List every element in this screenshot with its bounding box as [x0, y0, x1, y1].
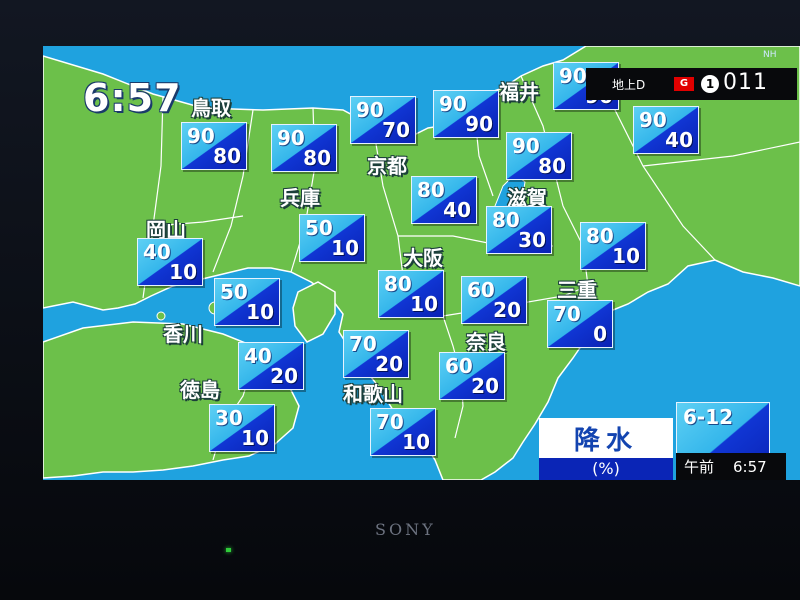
tv-brand-logo: SONY: [375, 520, 436, 539]
forecast-first-value: 70: [349, 332, 377, 356]
forecast-first-value: 90: [277, 126, 305, 150]
forecast-first-value: 80: [492, 208, 520, 232]
forecast-first-value: 40: [143, 240, 171, 264]
forecast-second-value: 10: [169, 260, 197, 284]
forecast-first-value: 90: [639, 108, 667, 132]
weather-map-screen: 6:57 鳥取 兵庫 京都 福井 滋賀 岡山 大阪 三重 香川 奈良 徳島 和歌…: [43, 46, 800, 480]
forecast-box-wakayama-south: 70 10: [370, 408, 436, 456]
forecast-box-shiga: 80 30: [486, 206, 552, 254]
pref-label-mie: 三重: [557, 278, 597, 302]
pref-label-osaka: 大阪: [403, 246, 443, 270]
forecast-first-value: 60: [445, 354, 473, 378]
forecast-second-value: 10: [246, 300, 274, 324]
forecast-box-kyoto-north: 90 70: [350, 96, 416, 144]
forecast-second-value: 0: [593, 322, 607, 346]
forecast-first-value: 50: [220, 280, 248, 304]
forecast-box-kagawa: 40 20: [238, 342, 304, 390]
forecast-first-value: 90: [559, 64, 587, 88]
forecast-first-value: 30: [215, 406, 243, 430]
forecast-second-value: 10: [612, 244, 640, 268]
forecast-second-value: 10: [402, 430, 430, 454]
forecast-second-value: 10: [241, 426, 269, 450]
forecast-first-value: 50: [305, 216, 333, 240]
forecast-second-value: 30: [518, 228, 546, 252]
forecast-second-value: 20: [375, 352, 403, 376]
channel-number: 011: [723, 70, 768, 95]
broadcast-type-label: 地上D: [612, 78, 646, 92]
forecast-second-value: 40: [665, 128, 693, 152]
forecast-box-kyoto-mid: 90 90: [433, 90, 499, 138]
broadcast-clock: 6:57: [83, 76, 182, 120]
forecast-second-value: 80: [213, 144, 241, 168]
pref-label-wakayama: 和歌山: [343, 382, 403, 406]
current-time-overlay: 午前 6:57: [676, 453, 786, 480]
pref-label-kagawa: 香川: [163, 322, 203, 346]
forecast-first-value: 80: [417, 178, 445, 202]
forecast-box-hyogo-west: 50 10: [299, 214, 365, 262]
forecast-first-value: 90: [512, 134, 540, 158]
forecast-box-nara-south: 60 20: [439, 352, 505, 400]
legend-panel: 降水 (%): [539, 418, 673, 480]
forecast-box-kyoto-south: 90 80: [506, 132, 572, 180]
forecast-second-value: 20: [493, 298, 521, 322]
forecast-first-value: 90: [356, 98, 384, 122]
forecast-second-value: 70: [382, 118, 410, 142]
forecast-first-value: 80: [586, 224, 614, 248]
forecast-box-wakayama-north: 70 20: [343, 330, 409, 378]
ampm-label: 午前: [684, 458, 715, 476]
forecast-second-value: 40: [443, 198, 471, 222]
pref-label-tokushima: 徳島: [180, 378, 220, 402]
pref-label-tottori: 鳥取: [191, 96, 231, 120]
channel-indicator: 地上D G 1 011: [586, 68, 797, 100]
pref-label-hyogo: 兵庫: [280, 186, 320, 210]
forecast-second-value: 20: [270, 364, 298, 388]
station-logo: NH: [763, 50, 777, 60]
forecast-first-value: 90: [439, 92, 467, 116]
forecast-second-value: 10: [331, 236, 359, 260]
forecast-box-hyogo-south: 80 40: [411, 176, 477, 224]
forecast-first-value: 70: [376, 410, 404, 434]
forecast-box-nara-north: 60 20: [461, 276, 527, 324]
forecast-second-value: 90: [465, 112, 493, 136]
legend-unit: (%): [539, 458, 673, 480]
g-badge: G: [674, 77, 694, 91]
legend-title: 降水: [573, 426, 638, 456]
forecast-box-okayama: 40 10: [137, 238, 203, 286]
channel-circle-icon: 1: [701, 75, 719, 93]
forecast-box-tokushima: 30 10: [209, 404, 275, 452]
pref-label-fukui: 福井: [499, 80, 539, 104]
current-time: 6:57: [733, 458, 767, 476]
forecast-second-value: 80: [303, 146, 331, 170]
forecast-box-osaka: 80 10: [378, 270, 444, 318]
forecast-box-tottori: 90 80: [181, 122, 247, 170]
forecast-first-value: 80: [384, 272, 412, 296]
forecast-box-mie-north: 80 10: [580, 222, 646, 270]
forecast-first-value: 60: [467, 278, 495, 302]
forecast-second-value: 80: [538, 154, 566, 178]
pref-label-kyoto: 京都: [367, 154, 407, 178]
forecast-second-value: 20: [471, 374, 499, 398]
forecast-box-mie-south: 70 0: [547, 300, 613, 348]
forecast-box-gifu: 90 40: [633, 106, 699, 154]
awaji-island: [292, 281, 336, 343]
time-range-label: 6-12: [683, 405, 734, 429]
forecast-first-value: 40: [244, 344, 272, 368]
forecast-first-value: 70: [553, 302, 581, 326]
forecast-first-value: 90: [187, 124, 215, 148]
power-led: [226, 548, 231, 552]
forecast-box-hyogo-north: 90 80: [271, 124, 337, 172]
forecast-box-awaji: 50 10: [214, 278, 280, 326]
forecast-second-value: 10: [410, 292, 438, 316]
pref-label-nara: 奈良: [466, 330, 506, 354]
